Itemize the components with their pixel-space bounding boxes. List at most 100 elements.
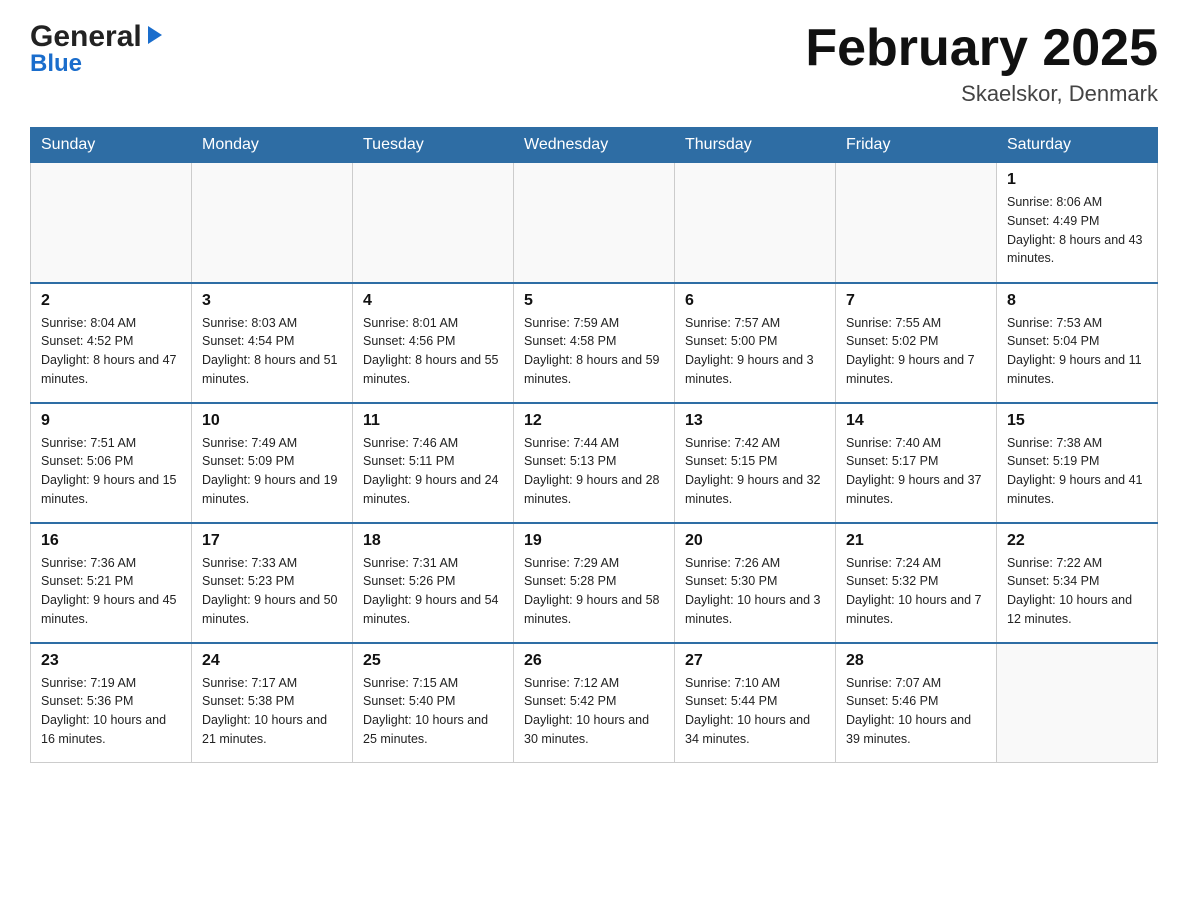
day-number: 2 [41,292,181,310]
day-info: Sunrise: 7:26 AM Sunset: 5:30 PM Dayligh… [685,554,825,629]
calendar-cell: 27 Sunrise: 7:10 AM Sunset: 5:44 PM Dayli… [675,643,836,763]
calendar-cell [836,163,997,283]
calendar-cell: 18Sunrise: 7:31 AM Sunset: 5:26 PM Dayli… [353,523,514,643]
day-number: 16 [41,532,181,550]
calendar-cell: 4Sunrise: 8:01 AM Sunset: 4:56 PM Daylig… [353,283,514,403]
calendar-cell [675,163,836,283]
calendar-cell: 6 Sunrise: 7:57 AM Sunset: 5:00 PM Daylig… [675,283,836,403]
day-info: Sunrise: 7:42 AM Sunset: 5:15 PM Dayligh… [685,434,825,509]
calendar-cell: 21Sunrise: 7:24 AM Sunset: 5:32 PM Dayli… [836,523,997,643]
week-row-1: 1 Sunrise: 8:06 AM Sunset: 4:49 PM Daylig… [31,163,1158,283]
day-info: Sunrise: 7:59 AM Sunset: 4:58 PM Dayligh… [524,314,664,389]
day-info: Sunrise: 7:44 AM Sunset: 5:13 PM Dayligh… [524,434,664,509]
calendar-cell: 9 Sunrise: 7:51 AM Sunset: 5:06 PM Daylig… [31,403,192,523]
day-info: Sunrise: 7:22 AM Sunset: 5:34 PM Dayligh… [1007,554,1147,629]
header-friday: Friday [836,128,997,163]
day-info: Sunrise: 8:04 AM Sunset: 4:52 PM Dayligh… [41,314,181,389]
day-info: Sunrise: 7:07 AM Sunset: 5:46 PM Dayligh… [846,674,986,749]
calendar-cell: 16 Sunrise: 7:36 AM Sunset: 5:21 PM Dayli… [31,523,192,643]
calendar-cell: 12Sunrise: 7:44 AM Sunset: 5:13 PM Dayli… [514,403,675,523]
day-number: 13 [685,412,825,430]
day-number: 11 [363,412,503,430]
header-thursday: Thursday [675,128,836,163]
day-info: Sunrise: 7:33 AM Sunset: 5:23 PM Dayligh… [202,554,342,629]
day-number: 3 [202,292,342,310]
calendar-cell: 25 Sunrise: 7:15 AM Sunset: 5:40 PM Dayli… [353,643,514,763]
day-info: Sunrise: 7:53 AM Sunset: 5:04 PM Dayligh… [1007,314,1147,389]
calendar-cell [353,163,514,283]
day-number: 17 [202,532,342,550]
day-info: Sunrise: 7:15 AM Sunset: 5:40 PM Dayligh… [363,674,503,749]
day-number: 20 [685,532,825,550]
calendar-cell: 13 Sunrise: 7:42 AM Sunset: 5:15 PM Dayli… [675,403,836,523]
calendar-cell: 3Sunrise: 8:03 AM Sunset: 4:54 PM Daylig… [192,283,353,403]
calendar-cell: 17 Sunrise: 7:33 AM Sunset: 5:23 PM Dayli… [192,523,353,643]
calendar-cell: 24 Sunrise: 7:17 AM Sunset: 5:38 PM Dayli… [192,643,353,763]
location-text: Skaelskor, Denmark [805,81,1158,107]
day-info: Sunrise: 7:17 AM Sunset: 5:38 PM Dayligh… [202,674,342,749]
day-number: 1 [1007,171,1147,189]
logo-arrow-icon [144,24,166,51]
calendar-cell [997,643,1158,763]
day-number: 24 [202,652,342,670]
day-info: Sunrise: 7:51 AM Sunset: 5:06 PM Dayligh… [41,434,181,509]
day-info: Sunrise: 7:12 AM Sunset: 5:42 PM Dayligh… [524,674,664,749]
calendar-cell: 2 Sunrise: 8:04 AM Sunset: 4:52 PM Daylig… [31,283,192,403]
day-number: 26 [524,652,664,670]
day-info: Sunrise: 7:10 AM Sunset: 5:44 PM Dayligh… [685,674,825,749]
day-number: 6 [685,292,825,310]
day-info: Sunrise: 7:55 AM Sunset: 5:02 PM Dayligh… [846,314,986,389]
calendar-cell: 14 Sunrise: 7:40 AM Sunset: 5:17 PM Dayli… [836,403,997,523]
calendar-cell [31,163,192,283]
calendar-cell [514,163,675,283]
calendar-cell: 22Sunrise: 7:22 AM Sunset: 5:34 PM Dayli… [997,523,1158,643]
day-info: Sunrise: 8:06 AM Sunset: 4:49 PM Dayligh… [1007,193,1147,268]
week-row-2: 2 Sunrise: 8:04 AM Sunset: 4:52 PM Daylig… [31,283,1158,403]
day-number: 7 [846,292,986,310]
header-tuesday: Tuesday [353,128,514,163]
calendar-cell: 28 Sunrise: 7:07 AM Sunset: 5:46 PM Dayli… [836,643,997,763]
calendar-cell: 1 Sunrise: 8:06 AM Sunset: 4:49 PM Daylig… [997,163,1158,283]
calendar-cell: 8 Sunrise: 7:53 AM Sunset: 5:04 PM Daylig… [997,283,1158,403]
day-number: 25 [363,652,503,670]
day-info: Sunrise: 7:57 AM Sunset: 5:00 PM Dayligh… [685,314,825,389]
header-sunday: Sunday [31,128,192,163]
day-number: 14 [846,412,986,430]
day-number: 5 [524,292,664,310]
day-number: 19 [524,532,664,550]
week-row-3: 9 Sunrise: 7:51 AM Sunset: 5:06 PM Daylig… [31,403,1158,523]
day-number: 9 [41,412,181,430]
day-number: 10 [202,412,342,430]
day-info: Sunrise: 7:46 AM Sunset: 5:11 PM Dayligh… [363,434,503,509]
week-row-5: 23 Sunrise: 7:19 AM Sunset: 5:36 PM Dayli… [31,643,1158,763]
day-number: 8 [1007,292,1147,310]
calendar-cell: 7 Sunrise: 7:55 AM Sunset: 5:02 PM Daylig… [836,283,997,403]
day-number: 18 [363,532,503,550]
day-info: Sunrise: 7:40 AM Sunset: 5:17 PM Dayligh… [846,434,986,509]
header-saturday: Saturday [997,128,1158,163]
calendar-cell: 20 Sunrise: 7:26 AM Sunset: 5:30 PM Dayli… [675,523,836,643]
day-info: Sunrise: 7:19 AM Sunset: 5:36 PM Dayligh… [41,674,181,749]
days-header-row: Sunday Monday Tuesday Wednesday Thursday… [31,128,1158,163]
day-number: 28 [846,652,986,670]
month-title: February 2025 [805,20,1158,77]
calendar-cell: 19 Sunrise: 7:29 AM Sunset: 5:28 PM Dayli… [514,523,675,643]
logo: General Blue [30,20,166,78]
title-section: February 2025 Skaelskor, Denmark [805,20,1158,107]
calendar-cell [192,163,353,283]
day-number: 23 [41,652,181,670]
calendar-table: Sunday Monday Tuesday Wednesday Thursday… [30,127,1158,763]
calendar-cell: 5 Sunrise: 7:59 AM Sunset: 4:58 PM Daylig… [514,283,675,403]
header-wednesday: Wednesday [514,128,675,163]
day-info: Sunrise: 7:49 AM Sunset: 5:09 PM Dayligh… [202,434,342,509]
header-monday: Monday [192,128,353,163]
page-header: General Blue February 2025 Skaelskor, De… [30,20,1158,107]
calendar-cell: 10 Sunrise: 7:49 AM Sunset: 5:09 PM Dayli… [192,403,353,523]
day-number: 4 [363,292,503,310]
logo-top-text: General [30,20,142,54]
day-info: Sunrise: 7:29 AM Sunset: 5:28 PM Dayligh… [524,554,664,629]
calendar-cell: 15Sunrise: 7:38 AM Sunset: 5:19 PM Dayli… [997,403,1158,523]
day-info: Sunrise: 7:36 AM Sunset: 5:21 PM Dayligh… [41,554,181,629]
day-number: 21 [846,532,986,550]
day-number: 27 [685,652,825,670]
